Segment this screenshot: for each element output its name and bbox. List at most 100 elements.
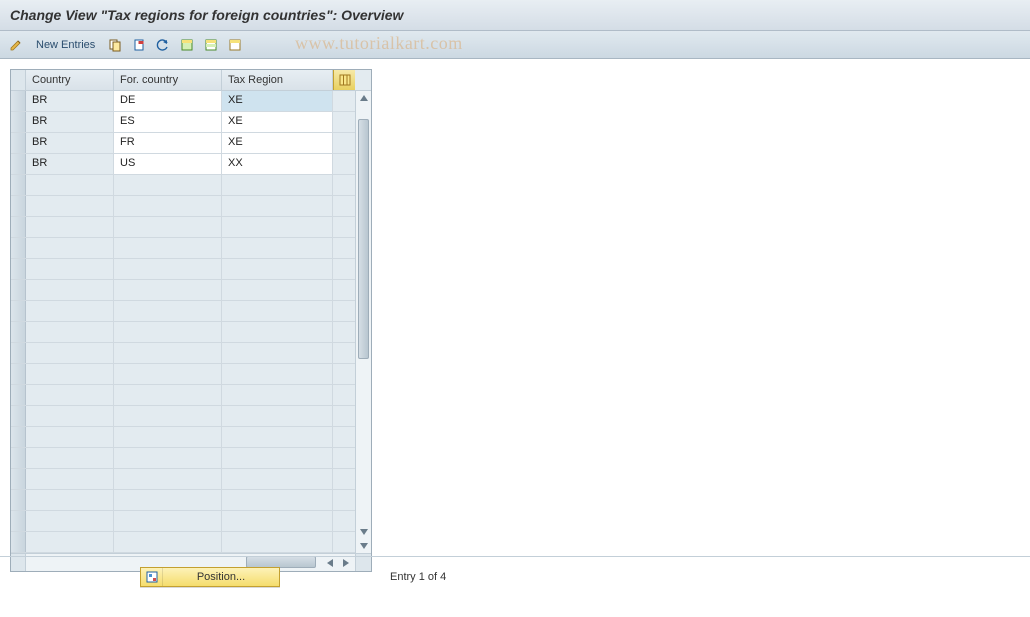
column-header-tax-region[interactable]: Tax Region [222,70,333,90]
row-selector[interactable] [11,427,26,447]
new-entries-button[interactable]: New Entries [30,37,101,53]
cell-empty[interactable] [114,343,222,363]
cell-empty[interactable] [222,385,333,405]
delete-icon[interactable] [129,36,149,54]
row-selector[interactable] [11,280,26,300]
scroll-thumb[interactable] [358,119,369,359]
cell-empty[interactable] [26,364,114,384]
cell-empty[interactable] [114,364,222,384]
cell-empty[interactable] [222,364,333,384]
cell-empty[interactable] [222,427,333,447]
row-selector[interactable] [11,154,26,174]
row-selector[interactable] [11,364,26,384]
row-selector[interactable] [11,238,26,258]
cell-empty[interactable] [26,511,114,531]
cell-empty[interactable] [222,238,333,258]
cell-for-country[interactable]: US [114,154,222,174]
cell-tax-region[interactable]: XX [222,154,333,174]
row-selector[interactable] [11,196,26,216]
column-header-country[interactable]: Country [26,70,114,90]
cell-empty[interactable] [26,196,114,216]
cell-empty[interactable] [222,259,333,279]
row-selector[interactable] [11,133,26,153]
cell-country[interactable]: BR [26,91,114,111]
vertical-scrollbar[interactable] [355,91,371,553]
cell-empty[interactable] [26,238,114,258]
cell-empty[interactable] [114,280,222,300]
cell-empty[interactable] [26,469,114,489]
row-selector[interactable] [11,175,26,195]
row-selector[interactable] [11,217,26,237]
row-selector[interactable] [11,112,26,132]
cell-for-country[interactable]: FR [114,133,222,153]
cell-empty[interactable] [114,532,222,552]
cell-empty[interactable] [26,427,114,447]
cell-empty[interactable] [114,448,222,468]
row-selector[interactable] [11,343,26,363]
scroll-down-icon-2[interactable] [357,539,371,553]
cell-empty[interactable] [26,175,114,195]
cell-empty[interactable] [222,217,333,237]
scroll-track[interactable] [356,105,371,525]
cell-country[interactable]: BR [26,112,114,132]
cell-empty[interactable] [222,406,333,426]
cell-empty[interactable] [222,532,333,552]
row-selector[interactable] [11,301,26,321]
row-selector[interactable] [11,259,26,279]
cell-empty[interactable] [26,217,114,237]
cell-empty[interactable] [114,406,222,426]
cell-empty[interactable] [114,427,222,447]
cell-empty[interactable] [26,280,114,300]
row-selector[interactable] [11,385,26,405]
cell-empty[interactable] [26,406,114,426]
cell-empty[interactable] [222,301,333,321]
cell-empty[interactable] [114,301,222,321]
cell-for-country[interactable]: DE [114,91,222,111]
row-selector[interactable] [11,406,26,426]
cell-empty[interactable] [114,196,222,216]
cell-country[interactable]: BR [26,154,114,174]
cell-empty[interactable] [26,490,114,510]
copy-as-icon[interactable] [105,36,125,54]
cell-empty[interactable] [222,469,333,489]
cell-empty[interactable] [26,259,114,279]
row-selector[interactable] [11,322,26,342]
cell-for-country[interactable]: ES [114,112,222,132]
cell-empty[interactable] [26,301,114,321]
cell-country[interactable]: BR [26,133,114,153]
deselect-all-icon[interactable] [225,36,245,54]
scroll-up-icon[interactable] [357,91,371,105]
cell-empty[interactable] [222,448,333,468]
configure-columns-icon[interactable] [333,70,355,90]
cell-empty[interactable] [114,175,222,195]
toggle-change-icon[interactable] [6,36,26,54]
cell-empty[interactable] [222,511,333,531]
cell-empty[interactable] [222,196,333,216]
cell-empty[interactable] [114,490,222,510]
cell-empty[interactable] [26,322,114,342]
cell-tax-region[interactable]: XE [222,91,333,111]
cell-empty[interactable] [222,280,333,300]
select-all-icon[interactable] [177,36,197,54]
row-selector[interactable] [11,469,26,489]
cell-empty[interactable] [114,511,222,531]
row-selector[interactable] [11,448,26,468]
cell-empty[interactable] [26,343,114,363]
cell-empty[interactable] [222,490,333,510]
scroll-down-icon[interactable] [357,525,371,539]
select-block-icon[interactable] [201,36,221,54]
row-selector[interactable] [11,91,26,111]
row-selector[interactable] [11,532,26,552]
cell-empty[interactable] [222,343,333,363]
column-header-for-country[interactable]: For. country [114,70,222,90]
cell-tax-region[interactable]: XE [222,133,333,153]
row-selector[interactable] [11,511,26,531]
cell-empty[interactable] [114,217,222,237]
cell-empty[interactable] [114,469,222,489]
cell-empty[interactable] [114,238,222,258]
undo-change-icon[interactable] [153,36,173,54]
position-button[interactable]: Position... [140,567,280,587]
cell-empty[interactable] [114,259,222,279]
cell-empty[interactable] [26,532,114,552]
cell-empty[interactable] [222,175,333,195]
